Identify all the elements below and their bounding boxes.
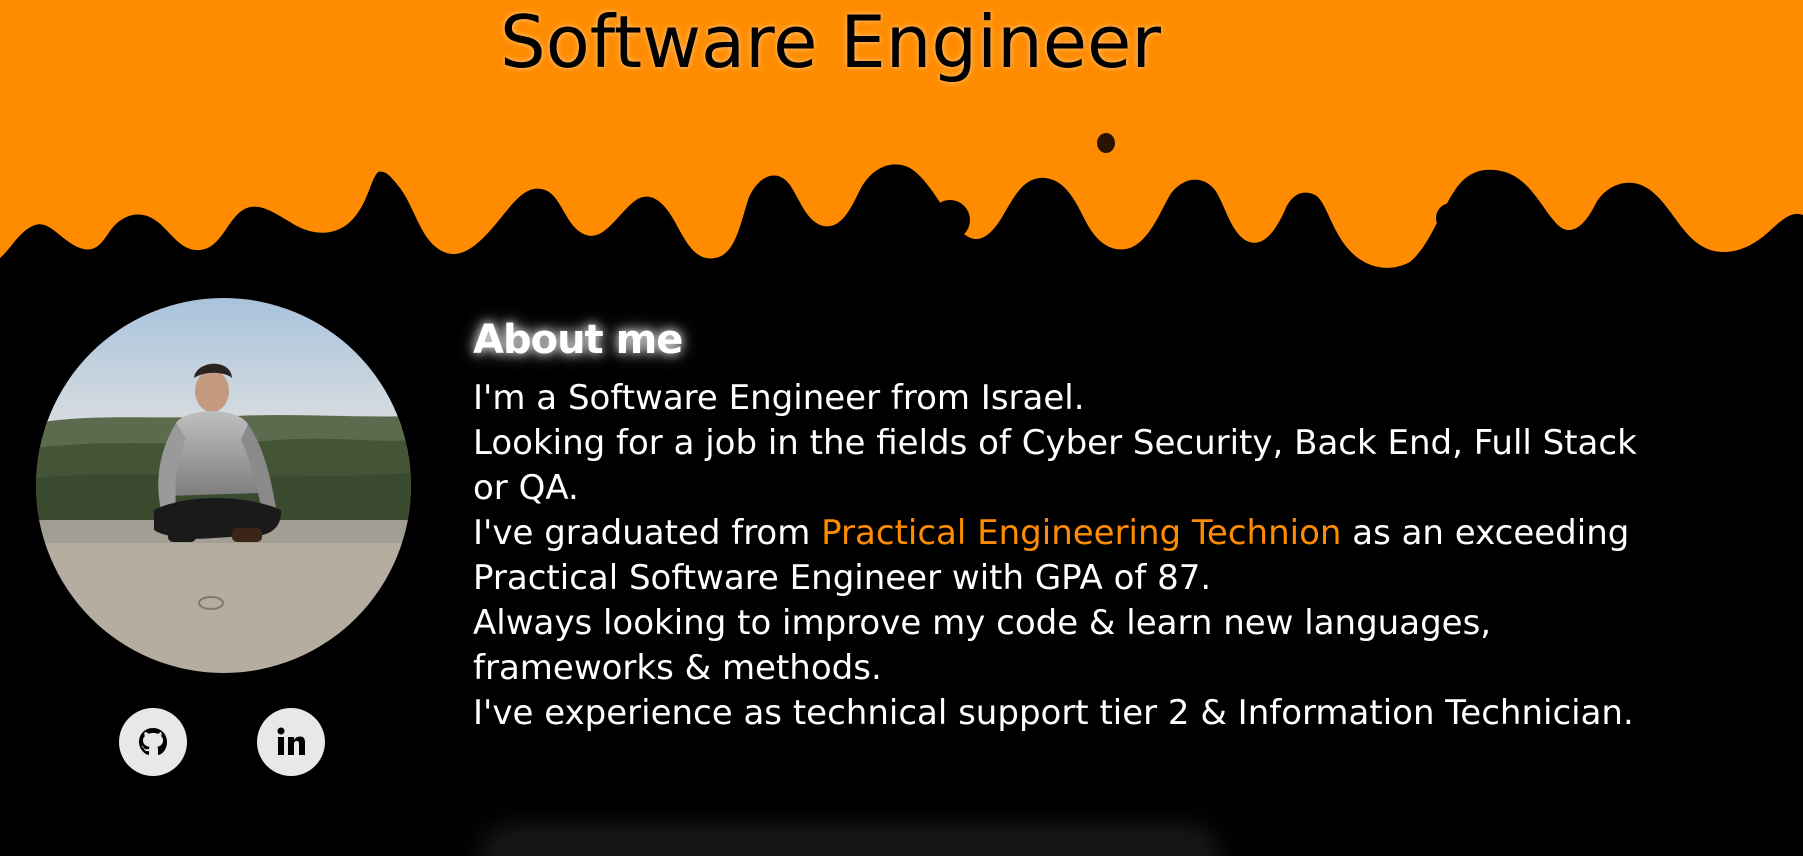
portfolio-page: Software Engineer About me I'm a Softwar… [0,0,1803,856]
github-link-button[interactable] [119,708,187,776]
about-line-experience: I've experience as technical support tie… [473,693,1634,733]
next-section-glow [490,836,1210,856]
github-icon [139,728,167,755]
about-line-learning: Always looking to improve my code & lear… [473,603,1492,688]
about-text: I'm a Software Engineer from Israel. Loo… [473,376,1653,736]
about-title: About me [473,317,683,363]
about-line-origin: I'm a Software Engineer from Israel. [473,378,1085,418]
education-text-pre: I've graduated from [473,513,822,553]
about-section: About me I'm a Software Engineer from Is… [473,312,1673,736]
linkedin-link-button[interactable] [257,708,325,776]
hero-title: Software Engineer [500,0,1161,84]
profile-photo-image [36,298,411,673]
linkedin-icon [277,727,305,755]
about-line-job-fields: Looking for a job in the fields of Cyber… [473,423,1637,508]
about-line-education: I've graduated from Practical Engineerin… [473,511,1653,601]
technion-link[interactable]: Practical Engineering Technion [821,513,1341,553]
avatar [36,298,411,673]
